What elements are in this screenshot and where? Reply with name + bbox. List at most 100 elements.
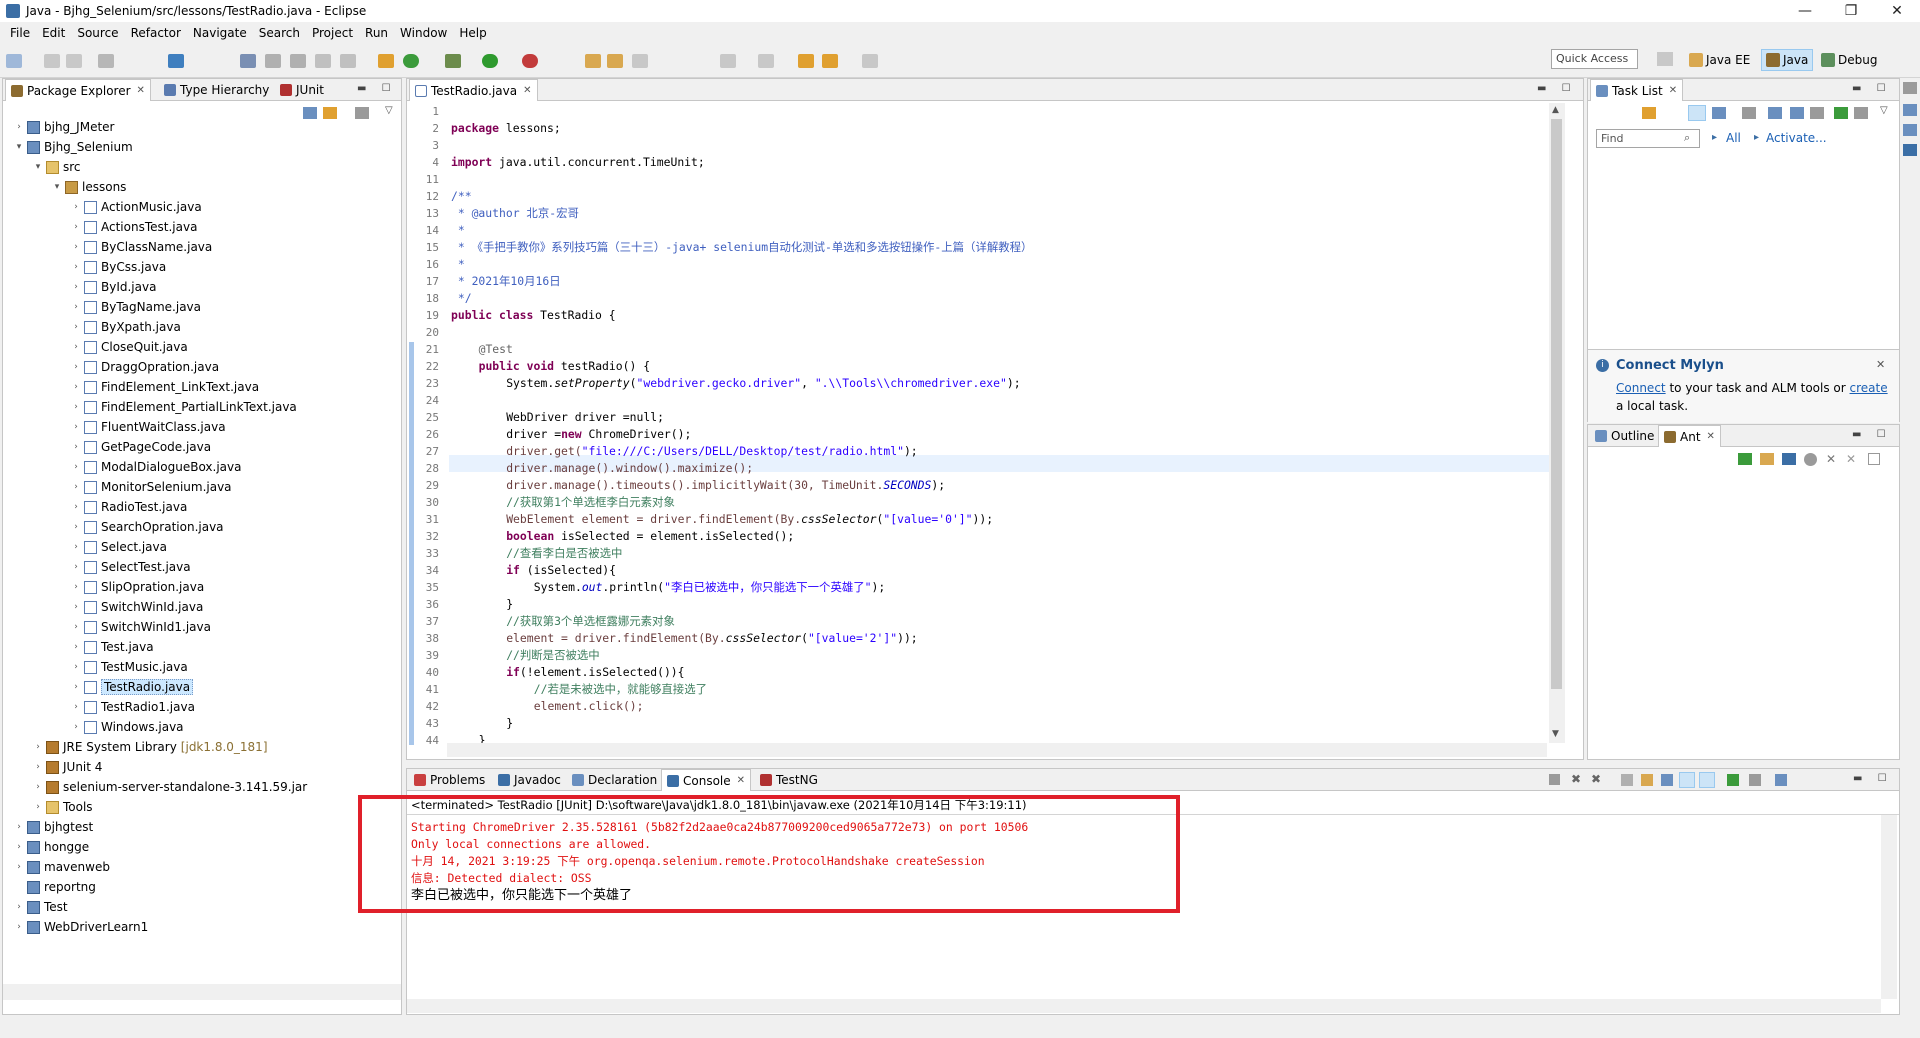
- tree-item[interactable]: › SelectTest.java: [70, 557, 190, 577]
- tree-item[interactable]: › Test.java: [70, 637, 153, 657]
- tree-item[interactable]: reportng: [13, 877, 96, 897]
- tree-item[interactable]: › FindElement_LinkText.java: [70, 377, 259, 397]
- tree-item[interactable]: › Select.java: [70, 537, 167, 557]
- save-all-icon[interactable]: [66, 54, 82, 68]
- minimize-window-button[interactable]: —: [1782, 0, 1828, 22]
- menu-window[interactable]: Window: [394, 26, 453, 40]
- chevron-right-icon[interactable]: ›: [70, 442, 82, 452]
- chevron-right-icon[interactable]: ›: [70, 722, 82, 732]
- tab-javadoc[interactable]: Javadoc: [493, 769, 566, 791]
- tree-item[interactable]: › Windows.java: [70, 717, 183, 737]
- trim-ant-icon[interactable]: [1903, 144, 1917, 156]
- minimize-icon[interactable]: [1854, 107, 1868, 119]
- open-console-icon[interactable]: [168, 54, 184, 68]
- tree-item[interactable]: › ByClassName.java: [70, 237, 212, 257]
- chevron-right-icon[interactable]: ›: [70, 382, 82, 392]
- tree-item[interactable]: › WebDriverLearn1: [13, 917, 148, 937]
- tab-declaration[interactable]: Declaration: [567, 769, 662, 791]
- tab-junit[interactable]: JUnit: [275, 79, 329, 101]
- chevron-right-icon[interactable]: ›: [70, 602, 82, 612]
- show-on-stderr-icon[interactable]: [1699, 772, 1715, 788]
- link-with-editor-icon[interactable]: [323, 107, 337, 119]
- connect-link[interactable]: Connect: [1616, 381, 1666, 395]
- tree-item[interactable]: › CloseQuit.java: [70, 337, 188, 357]
- tree-item[interactable]: › ActionsTest.java: [70, 217, 197, 237]
- maximize-window-button[interactable]: ❐: [1828, 0, 1874, 22]
- run-icon[interactable]: [482, 54, 498, 68]
- tree-item[interactable]: › MonitorSelenium.java: [70, 477, 231, 497]
- tab-type-hierarchy[interactable]: Type Hierarchy: [159, 79, 274, 101]
- menu-help[interactable]: Help: [453, 26, 492, 40]
- chevron-right-icon[interactable]: ›: [70, 542, 82, 552]
- chevron-right-icon[interactable]: ›: [70, 582, 82, 592]
- tree-item[interactable]: › FluentWaitClass.java: [70, 417, 225, 437]
- chevron-right-icon[interactable]: ›: [70, 222, 82, 232]
- focus-icon[interactable]: [355, 107, 369, 119]
- layout-icon[interactable]: [340, 54, 356, 68]
- remove-all-launches-icon[interactable]: ✖: [1591, 772, 1601, 786]
- all-tasks-link[interactable]: All: [1726, 131, 1741, 145]
- save-icon[interactable]: [44, 54, 60, 68]
- view-menu-icon[interactable]: ▽: [385, 105, 393, 116]
- new-java-class-icon[interactable]: [403, 54, 419, 68]
- expand-all-icon[interactable]: [1810, 107, 1824, 119]
- menu-navigate[interactable]: Navigate: [187, 26, 253, 40]
- perspective-debug[interactable]: Debug: [1817, 49, 1881, 71]
- menu-project[interactable]: Project: [306, 26, 359, 40]
- trim-task-icon[interactable]: [1903, 104, 1917, 116]
- remove-icon[interactable]: ✕: [1826, 452, 1836, 466]
- collapse-all-icon[interactable]: [303, 107, 317, 119]
- tab-testng[interactable]: TestNG: [755, 769, 823, 791]
- create-link[interactable]: create: [1850, 381, 1888, 395]
- menu-refactor[interactable]: Refactor: [125, 26, 187, 40]
- console-horizontal-scrollbar[interactable]: [407, 999, 1881, 1013]
- tab-task-list[interactable]: Task List ✕: [1590, 79, 1684, 101]
- chevron-right-icon[interactable]: ›: [13, 902, 25, 912]
- tree-item[interactable]: › DraggOpration.java: [70, 357, 219, 377]
- close-icon[interactable]: ✕: [1876, 358, 1885, 371]
- format-icon[interactable]: [315, 54, 331, 68]
- toggle-breakpoint-icon[interactable]: [240, 54, 256, 68]
- scheduled-icon[interactable]: [1712, 107, 1726, 119]
- tree-item[interactable]: ▾ src: [32, 157, 81, 177]
- minimize-icon[interactable]: [1868, 453, 1880, 465]
- chevron-down-icon[interactable]: ▾: [51, 182, 63, 192]
- tree-item[interactable]: › TestRadio1.java: [70, 697, 195, 717]
- filter-icon[interactable]: [1768, 107, 1782, 119]
- tree-item[interactable]: › ByXpath.java: [70, 317, 181, 337]
- terminate-icon[interactable]: [1549, 774, 1560, 785]
- close-icon[interactable]: ✕: [1707, 431, 1715, 442]
- trim-outline-icon[interactable]: [1903, 124, 1917, 136]
- close-icon[interactable]: ✕: [1669, 85, 1677, 96]
- external-tools-icon[interactable]: [522, 54, 538, 68]
- close-icon[interactable]: ✕: [737, 775, 745, 786]
- editor-horizontal-scrollbar[interactable]: [447, 743, 1547, 757]
- quick-access-input[interactable]: Quick Access: [1551, 49, 1638, 69]
- new-task-icon[interactable]: [1642, 107, 1656, 119]
- minimize-maximize-icons[interactable]: ▬ ☐: [1853, 773, 1893, 784]
- edit-icon[interactable]: [290, 54, 306, 68]
- tree-item[interactable]: › bjhg_JMeter: [13, 117, 114, 137]
- chevron-right-icon[interactable]: ›: [70, 462, 82, 472]
- chevron-right-icon[interactable]: ›: [70, 242, 82, 252]
- tree-item[interactable]: › mavenweb: [13, 857, 110, 877]
- search-icon[interactable]: [632, 54, 648, 68]
- chevron-right-icon[interactable]: ›: [70, 202, 82, 212]
- chevron-right-icon[interactable]: ›: [70, 342, 82, 352]
- show-on-stdout-icon[interactable]: [1679, 772, 1695, 788]
- tab-testradio-java[interactable]: TestRadio.java ✕: [409, 79, 538, 101]
- back-icon[interactable]: [822, 54, 838, 68]
- tree-item[interactable]: › TestMusic.java: [70, 657, 188, 677]
- chevron-right-icon[interactable]: ›: [13, 922, 25, 932]
- chevron-right-icon[interactable]: ›: [13, 842, 25, 852]
- chevron-down-icon[interactable]: ▾: [32, 162, 44, 172]
- chevron-right-icon[interactable]: ›: [70, 302, 82, 312]
- categorized-icon[interactable]: [1688, 105, 1706, 121]
- tree-item[interactable]: › ModalDialogueBox.java: [70, 457, 241, 477]
- chevron-right-icon[interactable]: ›: [70, 682, 82, 692]
- tree-item[interactable]: › selenium-server-standalone-3.141.59.jar: [32, 777, 307, 797]
- tree-item[interactable]: › Test: [13, 897, 67, 917]
- skip-breakpoints-icon[interactable]: [265, 54, 281, 68]
- chevron-right-icon[interactable]: ›: [32, 782, 44, 792]
- tree-item[interactable]: › JUnit 4: [32, 757, 102, 777]
